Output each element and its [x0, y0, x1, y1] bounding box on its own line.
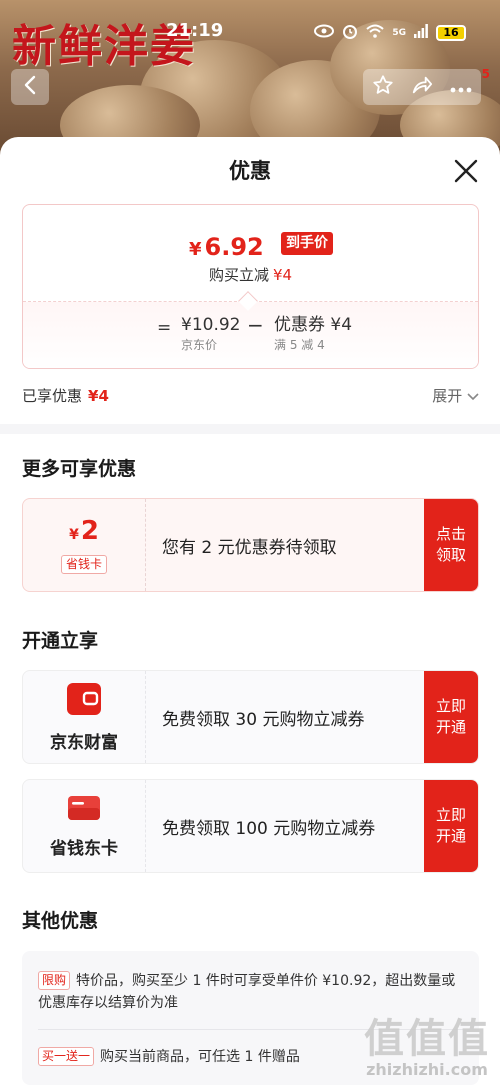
- enjoyed-label: 已享优惠: [22, 387, 83, 405]
- saving-card-offer-card: 省钱东卡 免费领取 100 元购物立减券 立即开通: [22, 779, 479, 873]
- coupon-amount: ¥2: [69, 516, 99, 550]
- back-button[interactable]: [11, 69, 49, 105]
- open-jd-finance-button[interactable]: 立即开通: [424, 671, 478, 763]
- chevron-left-icon: [23, 75, 37, 99]
- card-icon: [66, 794, 102, 826]
- close-icon: [453, 159, 479, 188]
- battery-indicator: 16: [436, 24, 466, 41]
- jd-finance-offer-text: 免费领取 30 元购物立减券: [162, 709, 365, 730]
- network-label: 5G: [392, 27, 406, 38]
- limit-offer-text: 特价品，购买至少 1 件时可享受单件价 ¥10.92，超出数量或优惠库存以结算价…: [38, 973, 456, 1011]
- final-price: ¥6.92: [189, 233, 264, 264]
- more-icon[interactable]: [450, 78, 472, 97]
- price-formula: = ¥10.92 京东价 − 优惠券 ¥4 满 5 减 4: [23, 301, 478, 368]
- share-icon[interactable]: [411, 74, 433, 100]
- more-offers-title: 更多可享优惠: [22, 458, 137, 480]
- section-divider: [0, 424, 500, 434]
- coupon-currency: ¥: [69, 527, 79, 543]
- jd-finance-brand: 京东财富: [23, 671, 146, 763]
- price-breakdown-card: ¥6.92 到手价 购买立减 ¥4 = ¥10.92 京东价 − 优惠券 ¥4 满…: [22, 204, 479, 369]
- equals-sign: =: [157, 318, 172, 338]
- jd-price-value: ¥10.92: [181, 315, 241, 335]
- coupon-offer-text: 您有 2 元优惠券待领取: [162, 537, 337, 558]
- status-time: 21:19: [166, 20, 224, 41]
- final-price-currency: ¥: [189, 239, 202, 260]
- jd-finance-offer-card: 京东财富 免费领取 30 元购物立减券 立即开通: [22, 670, 479, 764]
- claim-coupon-button[interactable]: 点击领取: [424, 499, 478, 591]
- expand-label: 展开: [432, 387, 463, 405]
- watermark-site: zhizhizhi.com: [366, 1060, 488, 1079]
- chevron-down-icon: [467, 387, 479, 405]
- saving-card-offer-text: 免费领取 100 元购物立减券: [162, 818, 376, 839]
- jd-price: ¥10.92 京东价: [181, 314, 240, 354]
- eye-icon: [314, 24, 335, 41]
- enjoyed-discount: 已享优惠 ¥4: [22, 385, 109, 406]
- coupon-amount-value: 2: [80, 516, 99, 546]
- top-actions: [363, 69, 481, 105]
- alarm-icon: [342, 23, 358, 42]
- saving-card-name: 省钱东卡: [50, 838, 118, 859]
- star-icon[interactable]: [372, 74, 394, 100]
- reduce-label: 购买立减: [208, 266, 269, 284]
- limit-offer-row: 限购 特价品，购买至少 1 件时可享受单件价 ¥10.92，超出数量或优惠库存以结…: [38, 970, 458, 1014]
- status-bar: 21:19 5G 16: [0, 0, 500, 41]
- instant-reduce-line: 购买立减 ¥4: [23, 264, 478, 285]
- jd-price-label: 京东价: [181, 338, 218, 352]
- other-offers-title: 其他优惠: [22, 910, 99, 932]
- signal-icon: [414, 24, 428, 41]
- limit-tag: 限购: [38, 971, 71, 990]
- gift-tag: 买一送一: [38, 1047, 95, 1066]
- discount-sheet: 优惠 ¥6.92 到手价 购买立减 ¥4 = ¥10.92 京东价 − 优惠券 ¥…: [0, 137, 500, 1085]
- status-icons: 5G 16: [314, 23, 466, 42]
- minus-sign: −: [247, 313, 264, 337]
- open-saving-card-button[interactable]: 立即开通: [424, 780, 478, 872]
- final-price-value: 6.92: [204, 233, 264, 261]
- final-price-area: ¥6.92 到手价 购买立减 ¥4: [23, 205, 478, 301]
- enjoyed-value: ¥4: [88, 387, 109, 405]
- coupon-deduction: 优惠券 ¥4 满 5 减 4: [274, 314, 352, 354]
- sheet-title: 优惠: [229, 159, 271, 183]
- expand-button[interactable]: 展开: [432, 385, 479, 406]
- gift-offer-text: 购买当前商品，可任选 1 件赠品: [100, 1049, 300, 1065]
- final-price-tag: 到手价: [281, 232, 333, 255]
- coupon-offer-card: ¥2 省钱卡 您有 2 元优惠券待领取 点击领取: [22, 498, 479, 592]
- coupon-card-tag: 省钱卡: [60, 555, 107, 574]
- open-enjoy-title: 开通立享: [22, 630, 99, 652]
- close-button[interactable]: [453, 158, 479, 184]
- reduce-value: ¥4: [272, 266, 293, 284]
- watermark-logo: 值值值: [364, 1016, 490, 1062]
- wallet-icon: [66, 682, 102, 720]
- coupon-deduction-value: 优惠券 ¥4: [274, 315, 353, 335]
- cart-badge: 5: [481, 67, 490, 81]
- coupon-deduction-label: 满 5 减 4: [274, 338, 325, 352]
- watermark: 值值值 zhizhizhi.com: [364, 1018, 490, 1079]
- coupon-badge: ¥2 省钱卡: [23, 499, 146, 591]
- jd-finance-name: 京东财富: [50, 732, 118, 753]
- saving-card-brand: 省钱东卡: [23, 780, 146, 872]
- wifi-icon: [366, 24, 385, 41]
